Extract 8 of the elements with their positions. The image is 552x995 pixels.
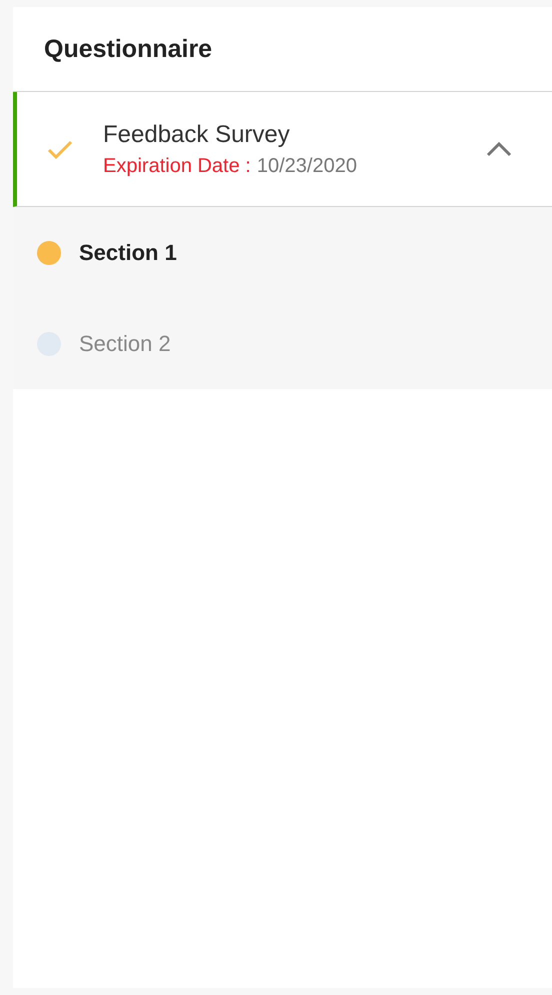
expiration-label: Expiration Date :: [103, 154, 251, 178]
survey-title: Feedback Survey: [103, 120, 291, 148]
chevron-icon[interactable]: [486, 139, 512, 159]
survey-item[interactable]: Feedback Survey Expiration Date : 10/23/2020: [13, 92, 552, 207]
panel-title: Questionnaire: [44, 34, 212, 64]
section-item[interactable]: Section 1: [37, 207, 552, 298]
check-icon: [47, 139, 73, 159]
expiration-date: 10/23/2020: [256, 154, 357, 178]
